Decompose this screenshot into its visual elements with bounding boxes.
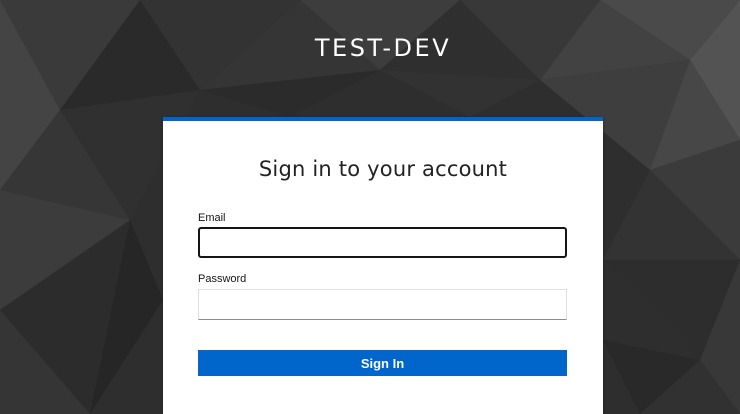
sign-in-button[interactable]: Sign In [198,350,567,376]
email-input[interactable] [198,227,567,258]
login-card: Sign in to your account Email Password S… [163,117,603,414]
password-label: Password [198,273,247,285]
email-label: Email [198,212,226,224]
realm-title: TEST-DEV [314,34,452,62]
login-heading: Sign in to your account [258,157,508,181]
password-input[interactable] [198,289,567,320]
